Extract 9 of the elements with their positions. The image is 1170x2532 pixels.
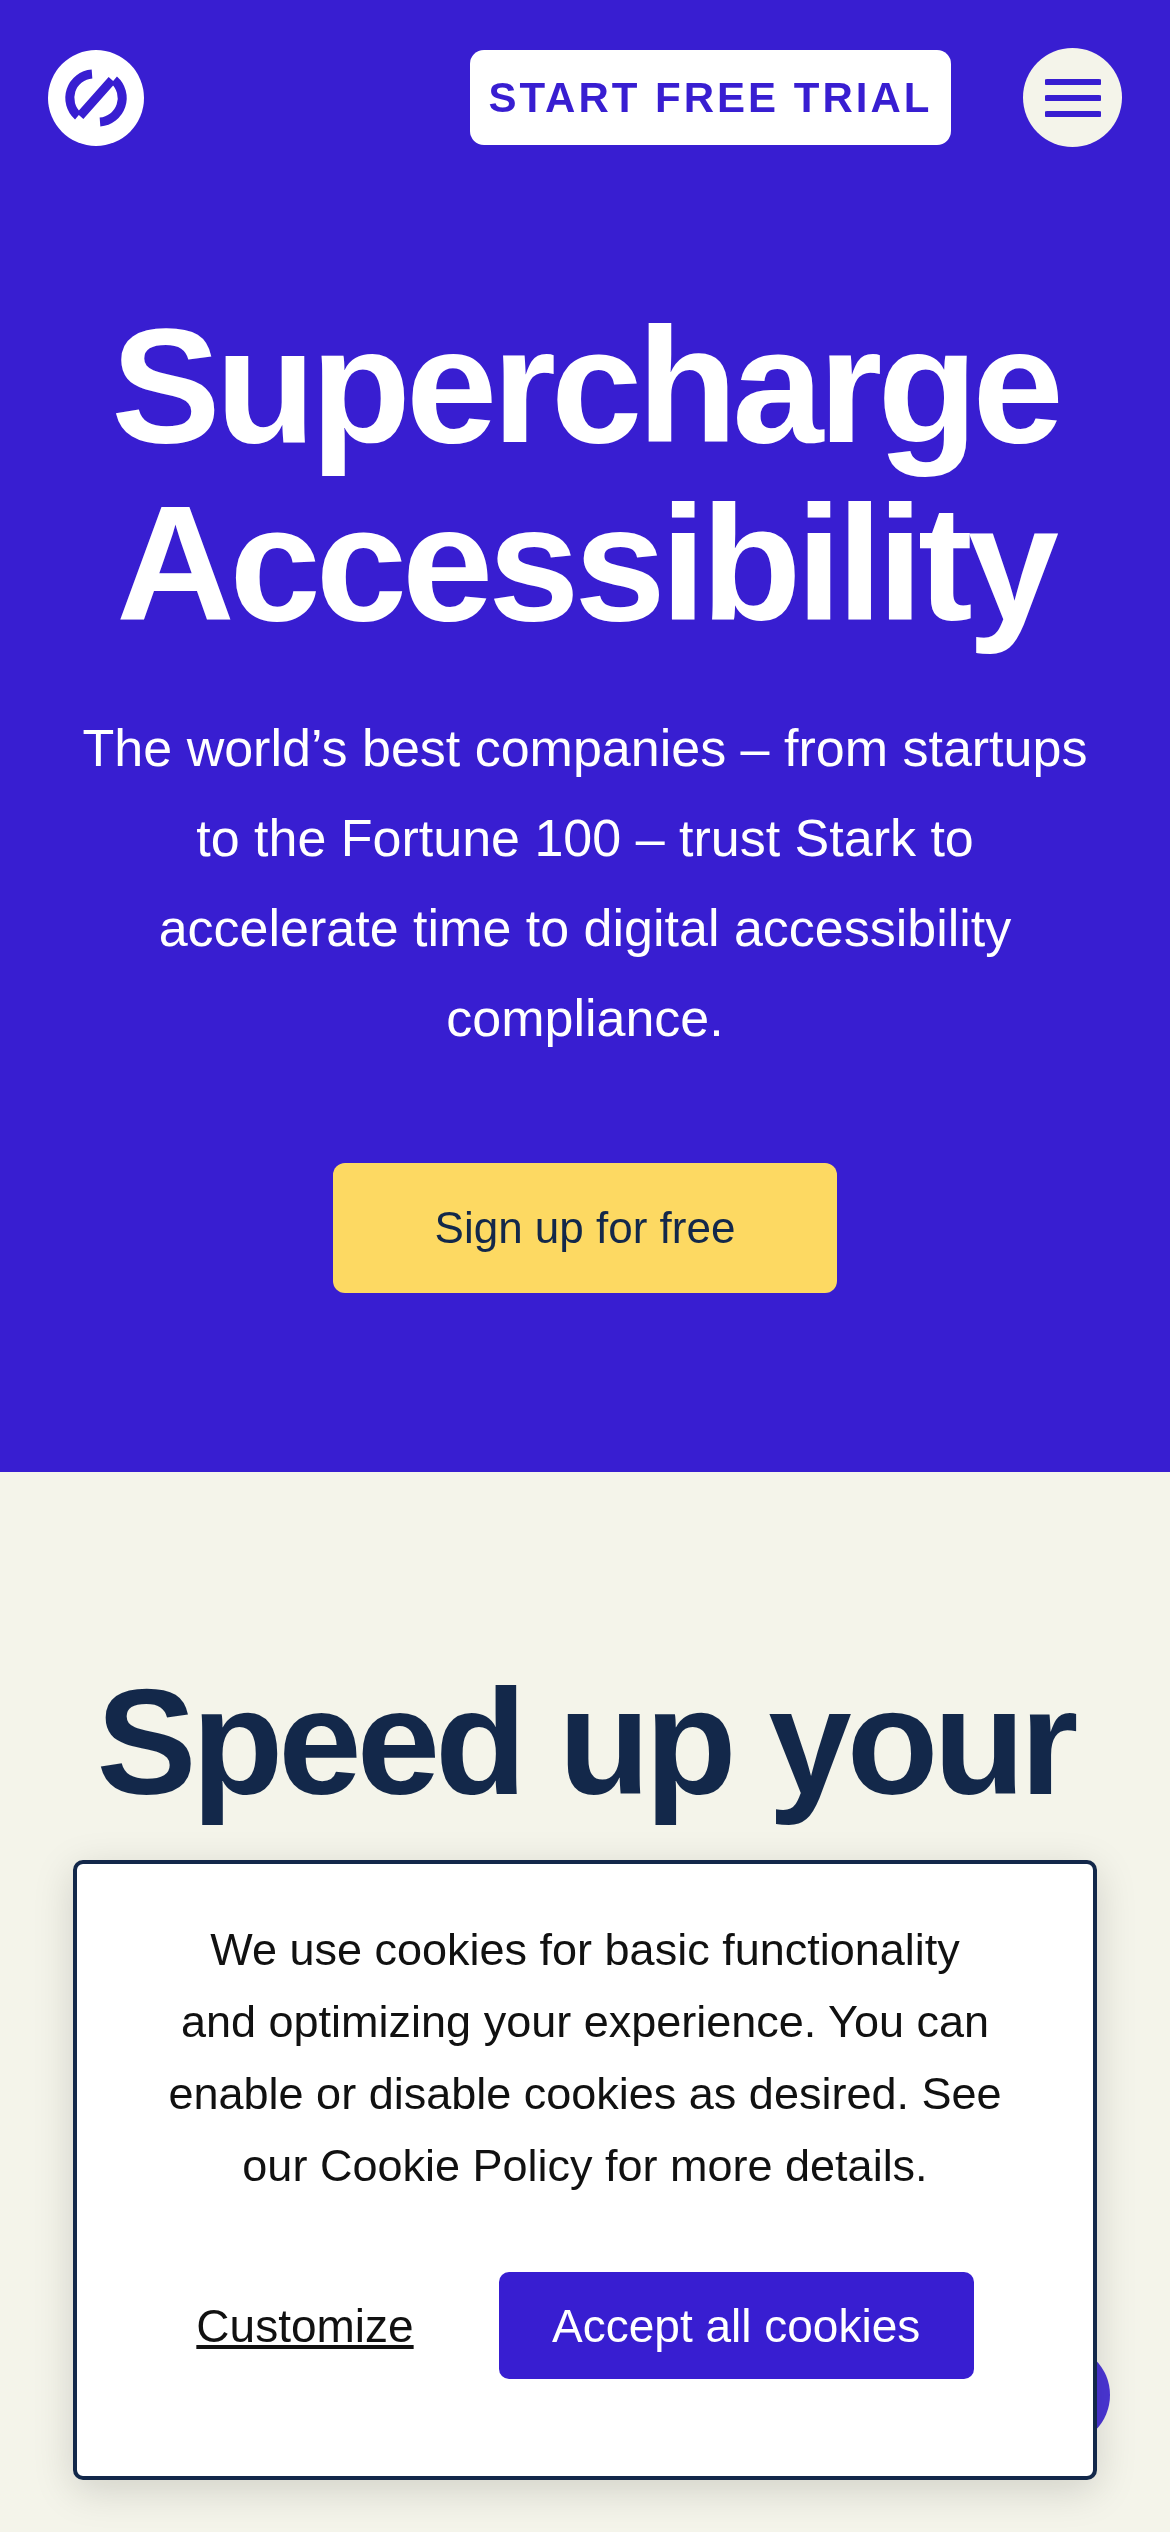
cookie-message: We use cookies for basic functionality and optimizing your experience. You can enable or disable cookies as desired. See our Cookie Policy for more details. [167,1923,1003,2193]
logo-icon[interactable] [48,49,144,146]
menu-icon [1044,77,1101,118]
customize-link[interactable]: Customize [196,2298,414,2353]
accept-cookies-button[interactable]: Accept all cookies [498,2272,974,2379]
start-trial-button[interactable]: START FREE TRIAL [470,50,951,145]
sign-up-button[interactable]: Sign up for free [333,1163,837,1293]
hero-subtitle: The world’s best companies – from startups to the Fortune 100 – trust Stark to accelerate time to digital accessibility compliance. [81,718,1089,1049]
hero-title: Supercharge Accessibility [110,297,1060,653]
